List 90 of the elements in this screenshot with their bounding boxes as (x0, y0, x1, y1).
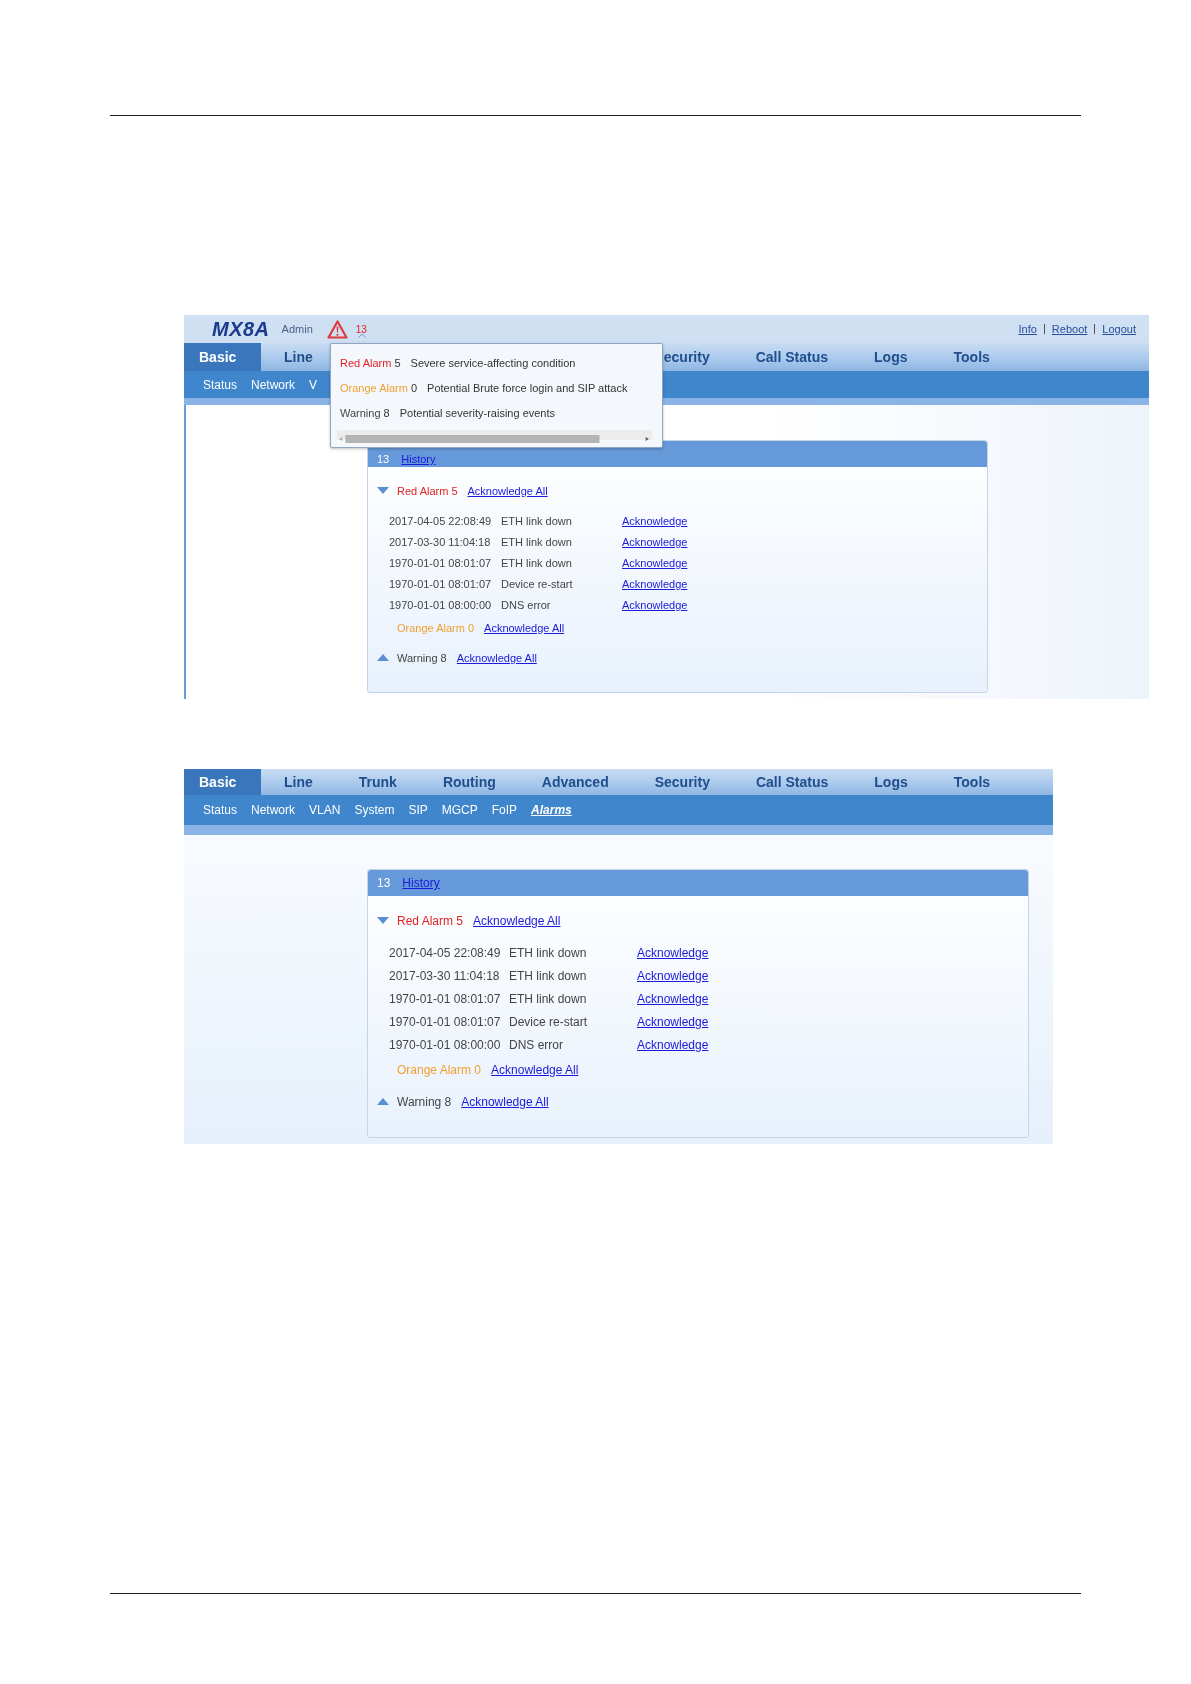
acknowledge-link[interactable]: Acknowledge (622, 577, 688, 590)
nav-tab[interactable]: Line (261, 769, 336, 795)
alarm-level-label[interactable]: Warning 8 (340, 406, 390, 419)
alarm-level-label: Red Alarm 5 (397, 484, 458, 497)
alarm-time: 2017-03-30 11:04:18 (389, 968, 501, 983)
sub-nav-item[interactable]: System (347, 803, 402, 817)
acknowledge-all-link[interactable]: Acknowledge All (456, 651, 537, 664)
acknowledge-link[interactable]: Acknowledge (622, 598, 688, 611)
alarm-total: 13 (377, 453, 390, 465)
nav-tab[interactable]: Security (631, 769, 733, 795)
sub-nav-item[interactable]: Network (244, 377, 303, 392)
nav-tab[interactable]: Logs (851, 769, 931, 795)
acknowledge-all-link[interactable]: Acknowledge All (484, 621, 565, 634)
sub-nav-item[interactable]: MGCP (434, 803, 485, 817)
header-link[interactable]: Logout (1094, 324, 1143, 334)
alarm-level-label: Orange Alarm 0 (397, 621, 475, 634)
alarm-event: ETH link down (501, 514, 573, 527)
collapse-triangle-icon[interactable] (377, 487, 389, 494)
user-name: Admin (281, 323, 313, 335)
acknowledge-link[interactable]: Acknowledge (637, 945, 709, 960)
nav-tab[interactable]: Advanced (518, 769, 632, 795)
alarm-level-label: Red Alarm 5 (397, 913, 464, 928)
alarm-level-label: Warning 8 (397, 651, 447, 664)
caret-icon (358, 333, 366, 338)
acknowledge-all-link[interactable]: Acknowledge All (473, 913, 561, 928)
alarm-event: DNS error (509, 1037, 564, 1052)
alarm-description: Potential severity-raising events (399, 406, 556, 419)
nav-tab[interactable]: Call Status (732, 769, 852, 795)
alarm-event: ETH link down (501, 556, 573, 569)
alarm-event: DNS error (501, 598, 552, 611)
nav-tab[interactable]: Basic (184, 343, 261, 371)
nav-tab[interactable]: Basic (184, 769, 261, 795)
acknowledge-link[interactable]: Acknowledge (622, 514, 688, 527)
history-link[interactable]: History (401, 453, 436, 465)
alarm-total: 13 (377, 876, 391, 890)
alarm-count[interactable]: 13 (355, 323, 367, 335)
warning-icon[interactable] (326, 319, 348, 339)
history-link[interactable]: History (402, 876, 440, 890)
sub-nav-item[interactable]: Alarms (524, 803, 579, 817)
sub-nav-item[interactable]: Status (196, 803, 245, 817)
alarm-level-label: Warning 8 (397, 1094, 452, 1109)
sub-nav-item[interactable]: Status (196, 377, 245, 392)
scrollbar[interactable] (337, 430, 652, 440)
sub-nav-item[interactable]: VLAN (302, 803, 348, 817)
logo: MX8A (212, 317, 270, 341)
nav-tab[interactable]: Tools (930, 343, 1013, 371)
acknowledge-link[interactable]: Acknowledge (637, 968, 709, 983)
alarm-time: 1970-01-01 08:00:00 (389, 598, 493, 611)
alarm-time: 1970-01-01 08:01:07 (389, 991, 502, 1006)
alarm-time: 2017-03-30 11:04:18 (389, 535, 492, 548)
nav-tab[interactable]: Trunk (335, 769, 420, 795)
acknowledge-all-link[interactable]: Acknowledge All (467, 484, 548, 497)
header-link[interactable]: Reboot (1043, 324, 1095, 334)
acknowledge-link[interactable]: Acknowledge (637, 1014, 709, 1029)
acknowledge-link[interactable]: Acknowledge (637, 1037, 709, 1052)
alarm-event: Device re-start (501, 577, 574, 590)
header-link[interactable]: Info (1011, 323, 1044, 335)
acknowledge-link[interactable]: Acknowledge (622, 556, 688, 569)
acknowledge-link[interactable]: Acknowledge (637, 991, 709, 1006)
nav-tab[interactable]: Call Status (732, 343, 852, 371)
nav-tab[interactable]: ecurity (663, 343, 733, 371)
alarm-time: 1970-01-01 08:00:00 (389, 1037, 502, 1052)
alarm-event: ETH link down (509, 945, 588, 960)
alarm-time: 1970-01-01 08:01:07 (389, 1014, 502, 1029)
alarm-level-label[interactable]: Red Alarm 5 (340, 356, 401, 369)
nav-tab[interactable]: Routing (419, 769, 519, 795)
sub-nav-item[interactable]: Network (244, 803, 303, 817)
nav-tab[interactable]: Logs (851, 343, 931, 371)
alarm-time: 1970-01-01 08:01:07 (389, 556, 493, 569)
sub-nav-item[interactable]: SIP (401, 803, 435, 817)
alarm-event: ETH link down (501, 535, 573, 548)
sub-nav-item[interactable]: FoIP (484, 803, 525, 817)
alarm-level-label: Orange Alarm 0 (397, 1062, 482, 1077)
alarm-level-label[interactable]: Orange Alarm 0 (340, 381, 418, 394)
nav-tab[interactable]: Tools (930, 769, 1014, 795)
alarm-description: Severe service-affecting condition (410, 356, 576, 369)
acknowledge-link[interactable]: Acknowledge (622, 535, 688, 548)
expand-triangle-icon[interactable] (377, 654, 389, 661)
alarm-event: ETH link down (509, 968, 588, 983)
alarm-time: 2017-04-05 22:08:49 (389, 514, 493, 527)
alarm-event: Device re-start (509, 1014, 589, 1029)
acknowledge-all-link[interactable]: Acknowledge All (461, 1094, 549, 1109)
expand-triangle-icon[interactable] (377, 1098, 389, 1105)
sub-nav-item[interactable]: V (302, 377, 325, 392)
alarm-event: ETH link down (509, 991, 588, 1006)
alarm-time: 2017-04-05 22:08:49 (389, 945, 502, 960)
collapse-triangle-icon[interactable] (377, 917, 389, 924)
alarm-time: 1970-01-01 08:01:07 (389, 577, 493, 590)
acknowledge-all-link[interactable]: Acknowledge All (491, 1062, 579, 1077)
alarm-description: Potential Brute force login and SIP attack (427, 381, 628, 394)
